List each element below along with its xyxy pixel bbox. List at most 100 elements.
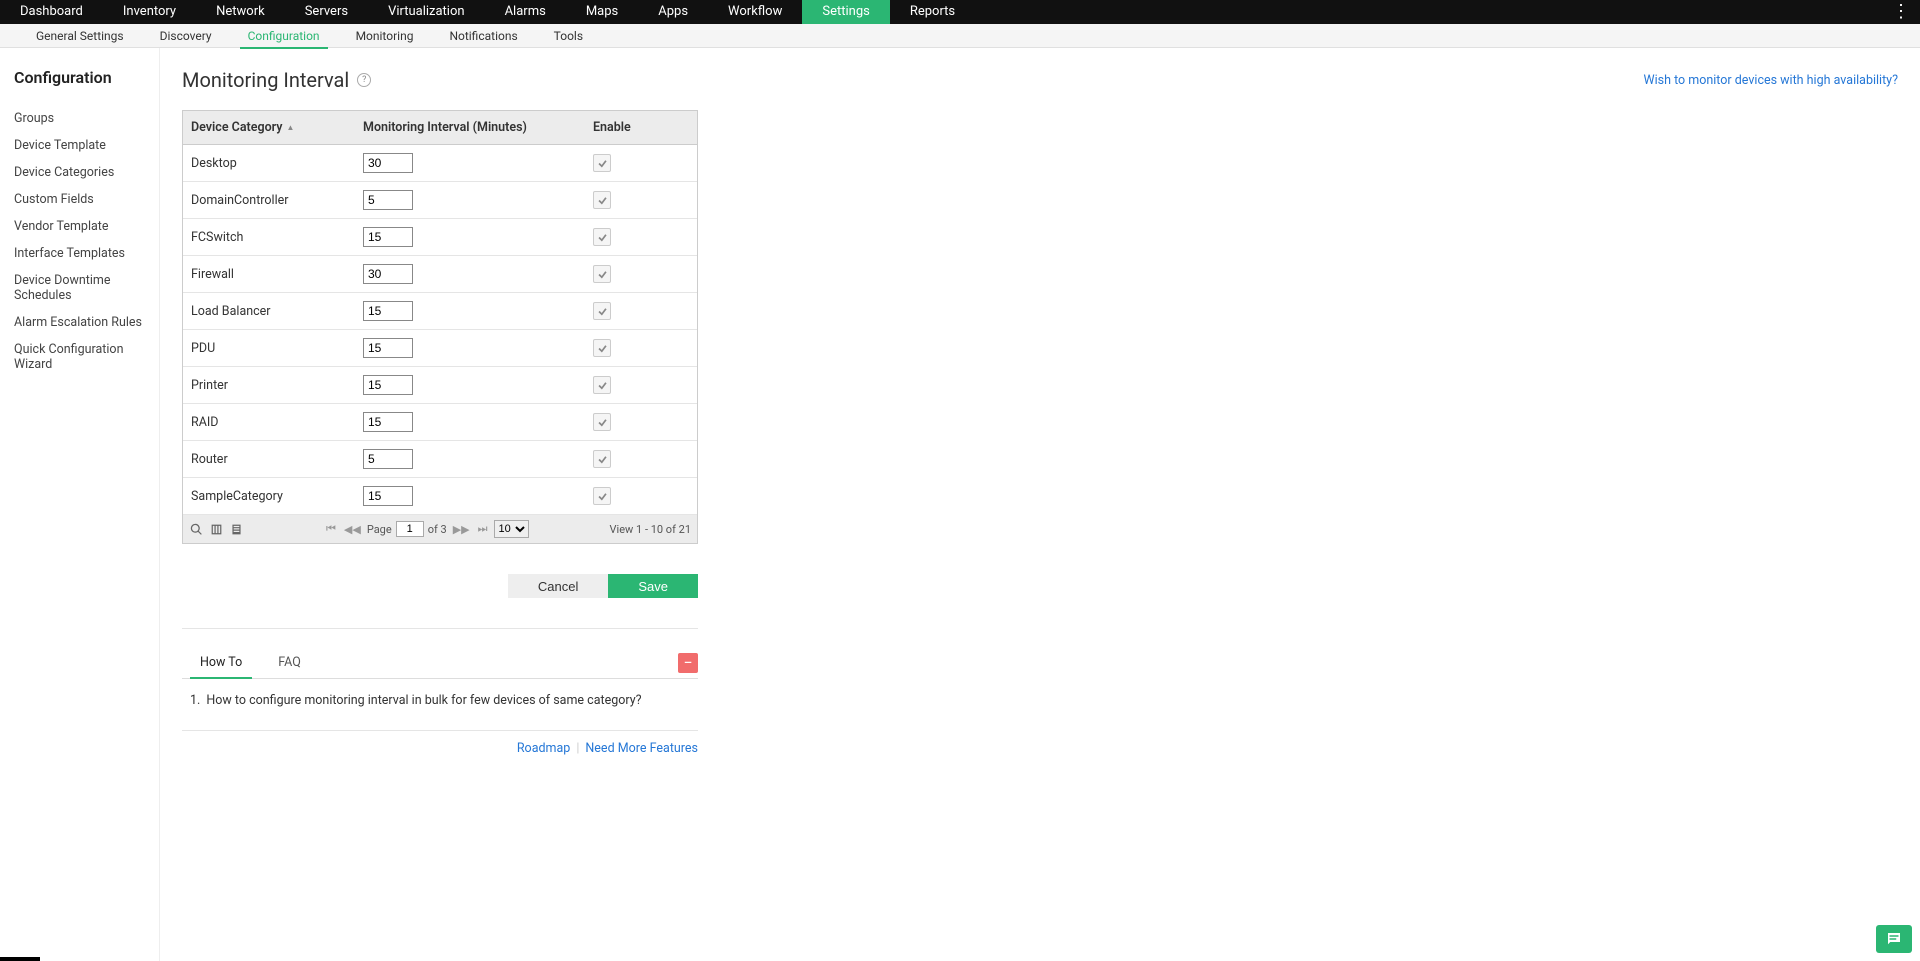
interval-input[interactable] [363, 486, 413, 506]
subnav-item-discovery[interactable]: Discovery [142, 24, 230, 48]
columns-icon[interactable] [209, 522, 223, 536]
help-tabs: How ToFAQ − [182, 647, 698, 679]
enable-checkbox[interactable] [593, 487, 611, 505]
enable-checkbox[interactable] [593, 228, 611, 246]
cell-interval [355, 330, 585, 366]
topnav-item-maps[interactable]: Maps [566, 0, 638, 24]
subnav-item-general-settings[interactable]: General Settings [18, 24, 142, 48]
cell-enable [585, 257, 697, 291]
topnav-item-alarms[interactable]: Alarms [485, 0, 566, 24]
sidebar-item-custom-fields[interactable]: Custom Fields [14, 186, 145, 213]
interval-input[interactable] [363, 301, 413, 321]
enable-checkbox[interactable] [593, 339, 611, 357]
cell-category: Desktop [183, 148, 355, 179]
footer-links: Roadmap | Need More Features [182, 730, 698, 756]
help-close-button[interactable]: − [678, 653, 698, 673]
cell-category: SampleCategory [183, 481, 355, 512]
help-icon[interactable]: ? [357, 73, 371, 87]
topnav-item-virtualization[interactable]: Virtualization [368, 0, 485, 24]
subnav-item-notifications[interactable]: Notifications [431, 24, 535, 48]
table-row: Printer [183, 367, 697, 404]
interval-input[interactable] [363, 190, 413, 210]
topnav-item-servers[interactable]: Servers [285, 0, 368, 24]
col-interval[interactable]: Monitoring Interval (Minutes) [355, 111, 585, 144]
enable-checkbox[interactable] [593, 302, 611, 320]
need-more-link[interactable]: Need More Features [585, 741, 698, 756]
table-row: SampleCategory [183, 478, 697, 515]
help-question[interactable]: 1. How to configure monitoring interval … [190, 693, 690, 708]
first-page-icon[interactable]: ⏮ [324, 522, 338, 536]
export-icon[interactable] [229, 522, 243, 536]
enable-checkbox[interactable] [593, 413, 611, 431]
enable-checkbox[interactable] [593, 450, 611, 468]
search-icon[interactable] [189, 522, 203, 536]
topnav-item-apps[interactable]: Apps [638, 0, 708, 24]
next-page-icon[interactable]: ▶▶ [451, 523, 472, 536]
subnav-item-monitoring[interactable]: Monitoring [338, 24, 432, 48]
cell-category: RAID [183, 407, 355, 438]
subnav-item-configuration[interactable]: Configuration [230, 24, 338, 48]
interval-input[interactable] [363, 338, 413, 358]
topnav-item-network[interactable]: Network [196, 0, 285, 24]
topnav-item-settings[interactable]: Settings [802, 0, 889, 24]
enable-checkbox[interactable] [593, 376, 611, 394]
topnav-item-workflow[interactable]: Workflow [708, 0, 802, 24]
sidebar-item-quick-configuration-wizard[interactable]: Quick Configuration Wizard [14, 336, 145, 378]
page-input[interactable] [396, 521, 424, 537]
top-nav: DashboardInventoryNetworkServersVirtuali… [0, 0, 1920, 24]
interval-input[interactable] [363, 227, 413, 247]
link-separator: | [576, 741, 579, 756]
help-tab-how-to[interactable]: How To [182, 647, 260, 678]
save-button[interactable]: Save [608, 574, 698, 598]
cancel-button[interactable]: Cancel [508, 574, 608, 598]
topnav-item-inventory[interactable]: Inventory [103, 0, 196, 24]
sidebar-item-device-categories[interactable]: Device Categories [14, 159, 145, 186]
topnav-item-dashboard[interactable]: Dashboard [0, 0, 103, 24]
table-row: Desktop [183, 145, 697, 182]
chat-fab[interactable] [1876, 925, 1912, 953]
cell-interval [355, 145, 585, 181]
q-num: 1. [190, 693, 200, 708]
help-body: 1. How to configure monitoring interval … [182, 679, 698, 722]
interval-input[interactable] [363, 375, 413, 395]
cell-interval [355, 404, 585, 440]
table-row: DomainController [183, 182, 697, 219]
sidebar-item-vendor-template[interactable]: Vendor Template [14, 213, 145, 240]
interval-input[interactable] [363, 449, 413, 469]
sidebar-item-alarm-escalation-rules[interactable]: Alarm Escalation Rules [14, 309, 145, 336]
last-page-icon[interactable]: ⏭ [476, 522, 490, 536]
help-tab-faq[interactable]: FAQ [260, 647, 319, 678]
interval-input[interactable] [363, 412, 413, 432]
table-row: Firewall [183, 256, 697, 293]
more-menu-icon[interactable]: ⋮ [1882, 0, 1920, 24]
col-category-label: Device Category [191, 120, 282, 135]
cell-interval [355, 182, 585, 218]
of-label: of 3 [428, 523, 447, 536]
interval-input[interactable] [363, 153, 413, 173]
col-category[interactable]: Device Category ▲ [183, 111, 355, 144]
page-title: Monitoring Interval ? [182, 68, 371, 92]
table-row: FCSwitch [183, 219, 697, 256]
sidebar-item-device-downtime-schedules[interactable]: Device Downtime Schedules [14, 267, 145, 309]
device-grid: Device Category ▲ Monitoring Interval (M… [182, 110, 698, 544]
enable-checkbox[interactable] [593, 265, 611, 283]
sidebar: Configuration GroupsDevice TemplateDevic… [0, 48, 160, 961]
subnav-item-tools[interactable]: Tools [536, 24, 601, 48]
topnav-item-reports[interactable]: Reports [890, 0, 975, 24]
sidebar-item-interface-templates[interactable]: Interface Templates [14, 240, 145, 267]
sidebar-item-groups[interactable]: Groups [14, 105, 145, 132]
sub-nav: General SettingsDiscoveryConfigurationMo… [0, 24, 1920, 48]
ha-link[interactable]: Wish to monitor devices with high availa… [1644, 73, 1898, 88]
cell-enable [585, 220, 697, 254]
col-enable[interactable]: Enable [585, 111, 697, 144]
cell-category: Router [183, 444, 355, 475]
prev-page-icon[interactable]: ◀◀ [342, 523, 363, 536]
page-size-select[interactable]: 10 [494, 520, 529, 538]
sidebar-item-device-template[interactable]: Device Template [14, 132, 145, 159]
roadmap-link[interactable]: Roadmap [517, 741, 570, 756]
interval-input[interactable] [363, 264, 413, 284]
enable-checkbox[interactable] [593, 154, 611, 172]
enable-checkbox[interactable] [593, 191, 611, 209]
grid-footer: ⏮ ◀◀ Page of 3 ▶▶ ⏭ 10 View 1 - 10 of 21 [183, 515, 697, 543]
page-title-text: Monitoring Interval [182, 68, 349, 92]
